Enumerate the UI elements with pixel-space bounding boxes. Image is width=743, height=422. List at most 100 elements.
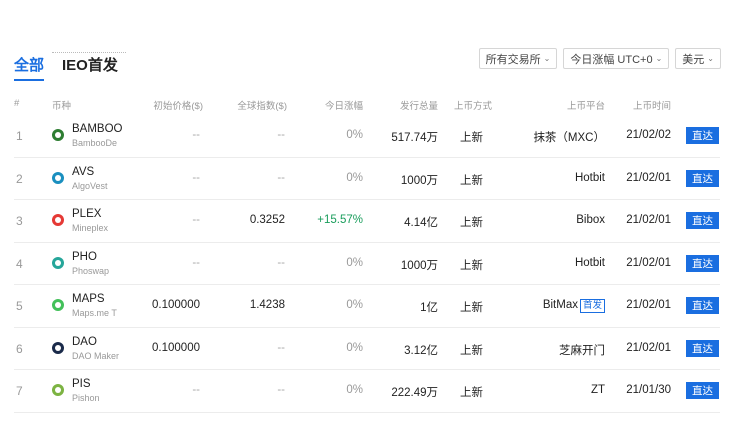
row-index: 1 <box>16 129 23 143</box>
platform-name: Hotbit <box>574 171 605 184</box>
go-button[interactable]: 直达 <box>686 339 719 357</box>
initial-price: 0.100000 <box>152 299 200 311</box>
table-row[interactable]: 6 DAO DAO Maker 0.100000 -- 0% 3.12亿 上新 芝麻开门 21/0… <box>14 328 720 370</box>
coin-name: AlgoVest <box>72 180 108 191</box>
header-init-price[interactable]: 初始价格($) <box>153 98 203 112</box>
coin-table: 1 BAMBOO BambooDe -- -- 0% 517.74万 上新 抹茶（MXC） 21/… <box>14 115 720 413</box>
platform-name: Hotbit <box>574 256 605 269</box>
listing-date: 21/02/01 <box>626 299 671 311</box>
tab-all[interactable]: 全部 <box>14 54 45 81</box>
header-global-index[interactable]: 全球指数($) <box>237 98 287 112</box>
divider <box>52 52 126 53</box>
chevron-down-icon: ⌄ <box>707 54 714 63</box>
global-index: -- <box>277 384 285 396</box>
global-index: -- <box>277 129 285 141</box>
change-percent: 0% <box>346 129 363 141</box>
header-index: # <box>14 98 20 109</box>
total-supply: 4.14亿 <box>404 217 438 229</box>
global-index: 1.4238 <box>249 299 285 311</box>
listing-method: 上新 <box>460 132 483 144</box>
header-method: 上币方式 <box>454 101 493 112</box>
currency-select[interactable]: 美元 ⌄ <box>675 48 721 69</box>
table-row[interactable]: 4 PHO Phoswap -- -- 0% 1000万 上新 Hotbit 21/02/01 直达 <box>14 243 720 285</box>
go-button[interactable]: 直达 <box>686 169 719 187</box>
exchange-select[interactable]: 所有交易所 ⌄ <box>478 48 558 69</box>
platform-name: 抹茶（MXC） <box>533 132 605 144</box>
table-row[interactable]: 1 BAMBOO BambooDe -- -- 0% 517.74万 上新 抹茶（MXC） 21/… <box>14 115 720 158</box>
table-header: # 币种 初始价格($) 全球指数($) 今日涨幅 发行总量 上币方式 上币平台… <box>14 98 720 112</box>
chevron-down-icon: ⌄ <box>655 54 663 63</box>
coin-symbol[interactable]: MAPS <box>72 293 105 305</box>
initial-price: -- <box>192 256 200 269</box>
listing-platform: BitMax 首发 <box>543 299 605 313</box>
coin-symbol[interactable]: BAMBOO <box>72 123 122 135</box>
row-index: 3 <box>16 214 23 228</box>
header-time[interactable]: 上币时间 <box>633 98 671 112</box>
header-coin: 币种 <box>52 101 72 112</box>
total-supply: 517.74万 <box>391 132 438 144</box>
listing-method: 上新 <box>460 259 483 272</box>
go-button[interactable]: 直达 <box>686 297 719 314</box>
change-percent: 0% <box>346 256 363 269</box>
platform-name: BitMax <box>542 299 578 311</box>
table-row[interactable]: 7 PIS Pishon -- -- 0% 222.49万 上新 ZT 21/01/30 直达 <box>14 370 720 413</box>
table-row[interactable]: 2 AVS AlgoVest -- -- 0% 1000万 上新 Hotbit 21/02/01 直… <box>14 158 720 200</box>
listing-platform: Hotbit <box>575 172 605 184</box>
leaf-icon <box>52 384 64 396</box>
go-button[interactable]: 直达 <box>686 254 719 272</box>
table-row[interactable]: 3 PLEX Mineplex -- 0.3252 +15.57% 4.14亿 上新 Bibox… <box>14 200 720 243</box>
coin-symbol[interactable]: PLEX <box>72 208 101 220</box>
plex-icon <box>52 214 64 226</box>
listing-platform: Bibox <box>576 214 605 226</box>
total-supply: 3.12亿 <box>404 344 438 357</box>
change-period-select-label: 今日涨幅 UTC+0 <box>570 53 653 66</box>
go-button[interactable]: 直达 <box>686 212 719 229</box>
tab-ieo[interactable]: IEO首发 <box>62 54 118 75</box>
total-supply: 1000万 <box>400 259 438 272</box>
platform-name: Bibox <box>576 214 605 226</box>
coin-symbol[interactable]: PHO <box>72 251 97 263</box>
header-supply[interactable]: 发行总量 <box>400 98 438 112</box>
row-index: 7 <box>16 384 23 398</box>
listing-date: 21/02/01 <box>626 341 671 354</box>
global-index: -- <box>277 256 285 269</box>
dao-icon <box>52 341 64 354</box>
coin-symbol[interactable]: DAO <box>72 336 97 348</box>
global-index: -- <box>277 341 285 354</box>
change-percent: 0% <box>346 384 363 396</box>
initial-price: -- <box>192 171 200 184</box>
listing-method: 上新 <box>460 174 483 187</box>
table-row[interactable]: 5 MAPS Maps.me T 0.100000 1.4238 0% 1亿 上新 BitMax… <box>14 285 720 328</box>
change-period-select[interactable]: 今日涨幅 UTC+0 ⌄ <box>563 48 670 69</box>
coin-symbol[interactable]: PIS <box>72 378 91 390</box>
row-index: 4 <box>16 256 23 271</box>
coin-name: Mineplex <box>72 223 109 233</box>
change-percent: 0% <box>346 299 363 311</box>
initial-price: 0.100000 <box>152 341 200 354</box>
initial-price: -- <box>192 129 200 141</box>
change-percent: +15.57% <box>317 214 363 226</box>
listing-date: 21/02/01 <box>626 214 671 226</box>
header-change[interactable]: 今日涨幅 <box>325 98 363 112</box>
listing-method: 上新 <box>460 217 483 229</box>
change-percent: 0% <box>346 341 363 354</box>
row-index: 2 <box>16 171 23 186</box>
listing-date: 21/01/30 <box>626 384 671 396</box>
listing-platform: 芝麻开门 <box>559 342 605 358</box>
listing-method: 上新 <box>460 387 483 399</box>
row-index: 5 <box>16 299 23 313</box>
listing-method: 上新 <box>460 344 483 357</box>
platform-name: 芝麻开门 <box>559 344 605 357</box>
listing-date: 21/02/02 <box>626 129 671 141</box>
listing-date: 21/02/01 <box>626 171 671 184</box>
go-button[interactable]: 直达 <box>686 382 719 399</box>
listing-date: 21/02/01 <box>626 256 671 269</box>
first-listing-badge: 首发 <box>579 299 605 313</box>
filter-bar: 所有交易所 ⌄ 今日涨幅 UTC+0 ⌄ 美元 ⌄ <box>478 48 721 69</box>
listing-platform: Hotbit <box>575 257 605 269</box>
initial-price: -- <box>192 214 200 226</box>
coin-symbol[interactable]: AVS <box>72 166 94 178</box>
platform-name: ZT <box>590 384 605 396</box>
listing-platform: 抹茶（MXC） <box>533 129 605 145</box>
go-button[interactable]: 直达 <box>686 127 719 144</box>
